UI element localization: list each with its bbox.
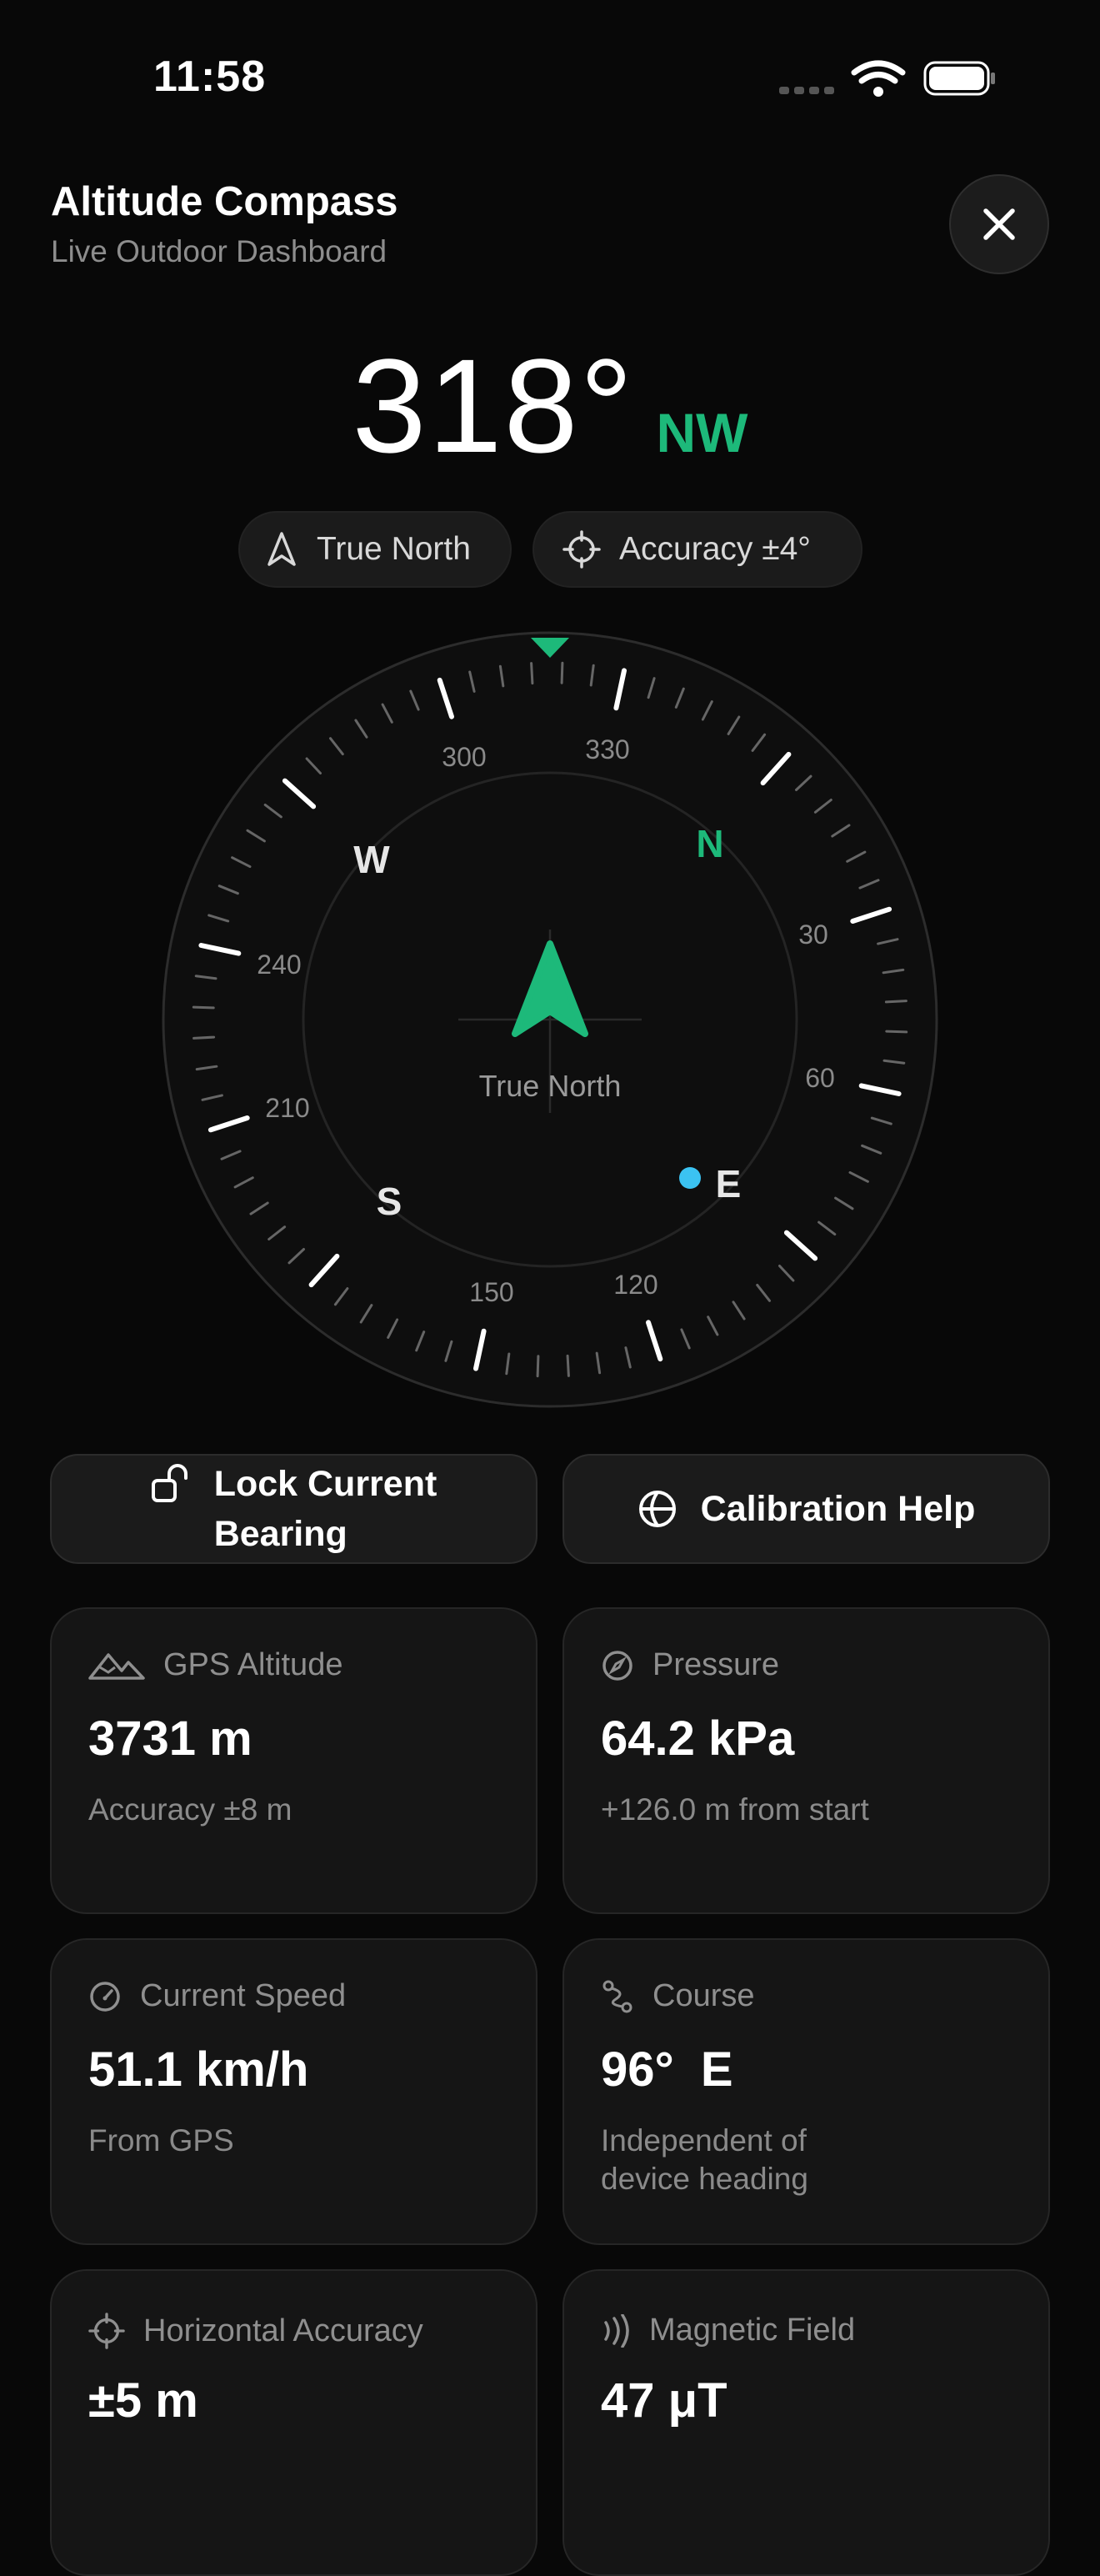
degree-label-30: 30: [798, 920, 828, 950]
course-sub: Independent of device heading: [601, 2123, 808, 2196]
north-mode-pill[interactable]: True North: [238, 511, 512, 588]
crosshair-icon: [88, 2313, 125, 2349]
magnetic-field-value: 47 μT: [601, 2373, 728, 2428]
degree-label-330: 330: [585, 734, 629, 764]
status-icons: [775, 58, 1000, 100]
magnetic-waves-icon: [604, 2313, 629, 2348]
route-icon: [602, 1980, 632, 2012]
gps-altitude-sub: Accuracy ±8 m: [88, 1792, 292, 1827]
compass-dial[interactable]: N E S W 30 60 120 150 210 240 300 330 Tr…: [160, 629, 940, 1410]
horizontal-accuracy-card: Horizontal Accuracy ±5 m: [50, 2269, 538, 2576]
cardinal-s: S: [377, 1180, 402, 1223]
page-subtitle: Live Outdoor Dashboard: [51, 234, 388, 268]
pressure-value: 64.2 kPa: [601, 1711, 795, 1766]
north-mode-label: True North: [317, 531, 471, 567]
pressure-sub: +126.0 m from start: [601, 1792, 869, 1827]
compass-center-label: True North: [479, 1069, 622, 1103]
degree-label-60: 60: [805, 1063, 835, 1093]
cardinal-e: E: [716, 1162, 742, 1205]
gps-altitude-label: GPS Altitude: [163, 1647, 343, 1682]
current-speed-label: Current Speed: [140, 1978, 347, 2013]
lock-bearing-button[interactable]: Lock Current Bearing: [50, 1454, 538, 1564]
gps-altitude-value: 3731 m: [88, 1711, 252, 1766]
close-button[interactable]: [949, 174, 1049, 274]
gauge-compass-icon: [602, 1650, 632, 1681]
course-value: 96° E: [601, 2042, 733, 2097]
heading-degrees: 318°: [352, 331, 635, 480]
pressure-card: Pressure 64.2 kPa +126.0 m from start: [562, 1607, 1050, 1914]
degree-label-120: 120: [613, 1270, 658, 1300]
degree-label-210: 210: [265, 1093, 309, 1123]
horizontal-accuracy-label: Horizontal Accuracy: [143, 2313, 423, 2348]
magnetic-field-card: Magnetic Field 47 μT: [562, 2269, 1050, 2576]
close-icon: [983, 208, 1015, 240]
pressure-label: Pressure: [652, 1647, 780, 1682]
calibration-help-button[interactable]: Calibration Help: [562, 1454, 1050, 1564]
course-marker: [679, 1167, 701, 1189]
degree-label-150: 150: [469, 1277, 513, 1307]
minor-tick: [192, 1005, 215, 1010]
crosshair-icon: [562, 530, 601, 569]
heading-readout: 318° NW: [0, 329, 1100, 488]
signal-icon: [779, 87, 834, 94]
cardinal-w: W: [353, 838, 390, 881]
minor-tick: [885, 1030, 908, 1034]
minor-tick: [884, 1000, 908, 1004]
navigation-arrow-icon: [268, 532, 296, 566]
globe-icon: [638, 1491, 676, 1527]
course-label: Course: [652, 1978, 755, 2013]
mountain-icon: [88, 1652, 145, 1680]
accuracy-pill: Accuracy ±4°: [532, 511, 862, 588]
degree-label-300: 300: [442, 742, 486, 772]
course-card: Course 96° E Independent of device headi…: [562, 1938, 1050, 2245]
accuracy-label: Accuracy ±4°: [619, 531, 811, 567]
horizontal-accuracy-value: ±5 m: [88, 2373, 198, 2428]
degree-label-240: 240: [257, 950, 301, 980]
current-speed-sub: From GPS: [88, 2123, 234, 2158]
lock-bearing-label-line2: Bearing: [213, 1514, 348, 1554]
minor-tick: [192, 1035, 216, 1040]
page-title: Altitude Compass: [51, 179, 398, 224]
cardinal-n: N: [696, 822, 723, 865]
current-speed-value: 51.1 km/h: [88, 2042, 309, 2097]
gps-altitude-card: GPS Altitude 3731 m Accuracy ±8 m: [50, 1607, 538, 1914]
lock-bearing-label-line1: Lock Current: [213, 1464, 438, 1504]
calibration-help-label: Calibration Help: [700, 1488, 976, 1529]
heading-direction: NW: [656, 402, 748, 464]
magnetic-field-label: Magnetic Field: [649, 2313, 856, 2348]
current-speed-card: Current Speed 51.1 km/h From GPS: [50, 1938, 538, 2245]
battery-icon: [923, 61, 995, 96]
status-time: 11:58: [153, 53, 267, 101]
unlock-icon: [151, 1464, 188, 1502]
wifi-icon: [851, 60, 906, 84]
speedometer-icon: [90, 1981, 120, 2012]
